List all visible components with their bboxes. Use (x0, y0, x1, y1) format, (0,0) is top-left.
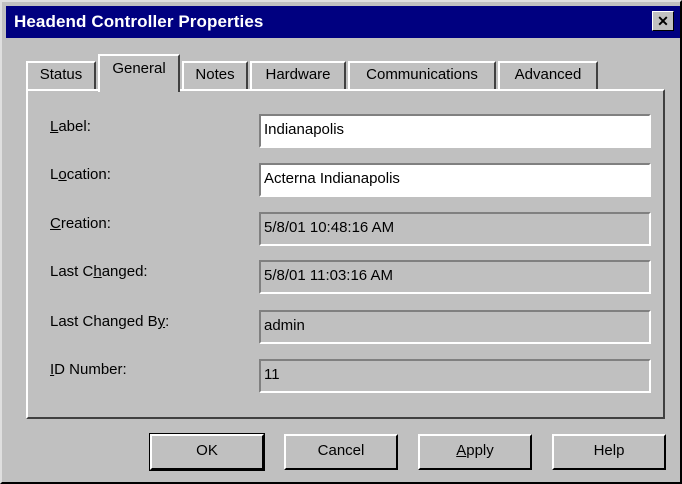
cancel-button[interactable]: Cancel (284, 434, 398, 470)
label-field[interactable]: Indianapolis (259, 114, 651, 148)
general-tab-panel: Label: Indianapolis Location: Acterna In… (26, 89, 665, 419)
location-caption: Location: (50, 166, 111, 183)
title-bar[interactable]: Headend Controller Properties ✕ (6, 6, 680, 38)
creation-caption-key: C (50, 215, 61, 232)
label-caption: Label: (50, 118, 91, 135)
last-changed-caption: Last Changed: (50, 263, 148, 280)
last-changed-by-caption-pre: Last Changed B (50, 313, 158, 330)
creation-field: 5/8/01 10:48:16 AM (259, 212, 651, 246)
window-title: Headend Controller Properties (14, 12, 264, 31)
tab-communications[interactable]: Communications (348, 61, 496, 89)
ok-button[interactable]: OK (149, 433, 265, 471)
last-changed-by-caption: Last Changed By: (50, 313, 169, 330)
last-changed-field: 5/8/01 11:03:16 AM (259, 260, 651, 294)
location-caption-key: o (58, 166, 67, 183)
location-field[interactable]: Acterna Indianapolis (259, 163, 651, 197)
last-changed-caption-key: h (93, 263, 102, 280)
tab-advanced[interactable]: Advanced (498, 61, 598, 89)
creation-caption: Creation: (50, 215, 111, 232)
tab-status[interactable]: Status (26, 61, 96, 89)
tab-notes[interactable]: Notes (182, 61, 248, 89)
apply-button-rest: pply (466, 442, 494, 459)
last-changed-by-field: admin (259, 310, 651, 344)
last-changed-by-caption-key: y (157, 313, 166, 330)
tab-general[interactable]: General (98, 54, 180, 92)
id-number-caption: ID Number: (50, 361, 127, 378)
properties-dialog: Headend Controller Properties ✕ Status G… (0, 0, 682, 484)
help-button[interactable]: Help (552, 434, 666, 470)
apply-button[interactable]: Apply (418, 434, 532, 470)
creation-caption-post: reation: (60, 215, 111, 232)
label-caption-post: abel: (58, 118, 91, 135)
apply-button-key: A (456, 442, 467, 459)
last-changed-by-caption-post: : (165, 313, 170, 330)
location-caption-post: cation: (66, 166, 111, 183)
last-changed-caption-post: anged: (101, 263, 148, 280)
tab-hardware[interactable]: Hardware (250, 61, 346, 89)
last-changed-caption-pre: Last C (50, 263, 94, 280)
id-number-field: 11 (259, 359, 651, 393)
close-icon[interactable]: ✕ (652, 11, 674, 31)
id-number-caption-post: D Number: (54, 361, 127, 378)
